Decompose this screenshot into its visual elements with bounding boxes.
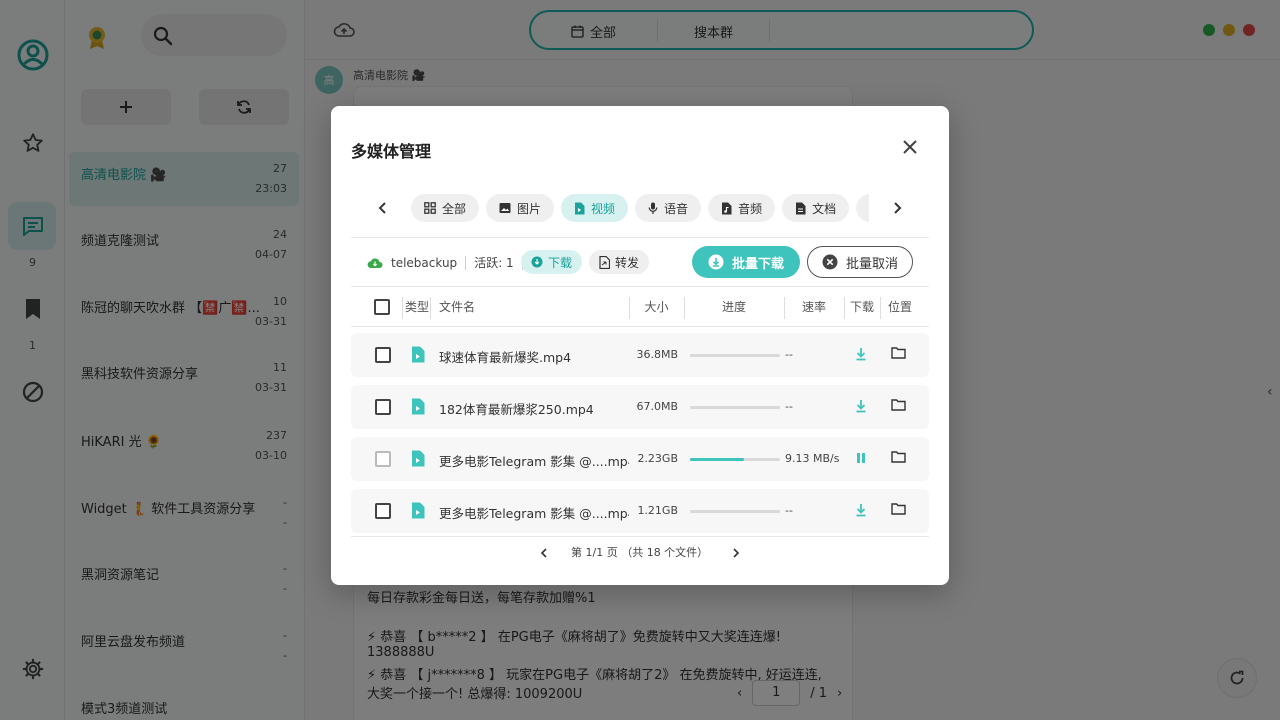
tab-more[interactable] <box>856 194 869 222</box>
video-file-icon <box>412 502 425 519</box>
download-icon[interactable] <box>855 502 867 518</box>
file-size: 2.23GB <box>637 452 678 465</box>
table-row[interactable]: 182体育最新爆浆250.mp4 67.0MB -- <box>351 385 929 429</box>
page-info: 第 1/1 页 （共 18 个文件） <box>571 546 709 559</box>
tab-label: 全部 <box>442 201 467 216</box>
chip-label: 转发 <box>615 255 640 270</box>
pause-icon[interactable] <box>855 450 867 466</box>
mic-icon <box>648 202 658 214</box>
col-size: 大小 <box>644 300 669 314</box>
file-name: 更多电影Telegram 影集 @....mp4 <box>439 454 629 469</box>
row-checkbox[interactable] <box>375 503 391 519</box>
tab-all[interactable]: 全部 <box>411 194 480 222</box>
col-type: 类型 <box>405 300 430 314</box>
file-size: 1.21GB <box>637 504 678 517</box>
download-circle-icon <box>531 256 543 268</box>
cancel-circle-icon <box>822 254 838 270</box>
chip-label: 下载 <box>548 255 573 270</box>
media-manager-dialog: 多媒体管理 全部 图片 视频 语音 音频 文档 telebackup 活跃: 1… <box>331 106 949 585</box>
file-name: 更多电影Telegram 影集 @....mp4 <box>439 506 629 521</box>
tab-image[interactable]: 图片 <box>486 194 555 222</box>
batch-download-label: 批量下载 <box>731 256 784 272</box>
col-progress: 进度 <box>721 300 746 314</box>
row-checkbox[interactable] <box>375 399 391 415</box>
video-file-icon <box>575 202 585 214</box>
tabs-prev-button[interactable] <box>371 196 395 220</box>
account-toolbar: telebackup 活跃: 1 下载 转发 批量下载 批量取消 <box>351 246 929 278</box>
file-name: 球速体育最新爆奖.mp4 <box>439 350 572 365</box>
col-download: 下载 <box>849 300 874 314</box>
col-name: 文件名 <box>439 300 476 314</box>
file-size: 36.8MB <box>636 348 678 361</box>
forward-filter-chip[interactable]: 转发 <box>589 250 650 274</box>
video-file-icon <box>412 398 425 415</box>
file-name: 182体育最新爆浆250.mp4 <box>439 402 594 417</box>
tab-label: 视频 <box>591 201 616 216</box>
row-checkbox[interactable] <box>375 347 391 363</box>
active-count: 活跃: 1 <box>474 256 514 270</box>
download-filter-chip[interactable]: 下载 <box>521 250 583 274</box>
batch-cancel-label: 批量取消 <box>845 256 898 272</box>
close-icon <box>903 140 917 154</box>
download-speed: 9.13 MB/s <box>785 452 840 465</box>
image-icon <box>499 203 511 213</box>
chevron-right-icon <box>894 202 902 214</box>
select-all-checkbox[interactable] <box>374 299 390 315</box>
prev-page-button[interactable] <box>534 543 554 563</box>
chevron-right-icon <box>733 548 740 558</box>
col-speed: 速率 <box>801 300 826 314</box>
folder-icon[interactable] <box>891 398 906 411</box>
account-info: telebackup 活跃: 1 <box>367 254 523 271</box>
media-type-tabs: 全部 图片 视频 语音 音频 文档 <box>351 188 929 228</box>
dialog-title: 多媒体管理 <box>351 142 432 161</box>
next-page-button[interactable] <box>726 543 746 563</box>
divider <box>351 237 929 238</box>
cloud-download-icon <box>367 258 383 268</box>
col-location: 位置 <box>887 300 912 314</box>
video-file-icon <box>412 346 425 363</box>
progress-bar <box>690 354 780 357</box>
row-checkbox[interactable] <box>375 451 391 467</box>
file-table-header: 类型 文件名 大小 进度 速率 下载 位置 <box>351 287 929 327</box>
download-circle-icon <box>708 254 724 270</box>
tabs-track: 全部 图片 视频 语音 音频 文档 <box>411 194 869 222</box>
progress-bar <box>690 510 780 513</box>
forward-file-icon <box>599 255 610 269</box>
progress-bar <box>690 406 780 409</box>
table-row[interactable]: 更多电影Telegram 影集 @....mp4 2.23GB 9.13 MB/… <box>351 437 929 481</box>
tab-audio[interactable]: 音频 <box>708 194 776 222</box>
folder-icon[interactable] <box>891 346 906 359</box>
grid-icon <box>424 202 436 214</box>
download-speed: -- <box>785 348 793 361</box>
video-file-icon <box>412 450 425 467</box>
download-icon[interactable] <box>855 398 867 414</box>
table-row[interactable]: 球速体育最新爆奖.mp4 36.8MB -- <box>351 333 929 377</box>
chevron-left-icon <box>540 548 547 558</box>
chevron-left-icon <box>378 202 386 214</box>
batch-cancel-button[interactable]: 批量取消 <box>807 246 913 278</box>
close-button[interactable] <box>899 136 921 158</box>
file-table-body: 球速体育最新爆奖.mp4 36.8MB -- 182体育最新爆浆250.mp4 … <box>351 327 929 535</box>
folder-icon[interactable] <box>891 502 906 515</box>
tabs-next-button[interactable] <box>885 196 909 220</box>
file-size: 67.0MB <box>636 400 678 413</box>
document-icon <box>796 202 806 214</box>
account-name: telebackup <box>391 255 458 270</box>
tab-label: 图片 <box>517 201 542 216</box>
tab-video[interactable]: 视频 <box>561 194 629 222</box>
progress-bar <box>690 458 780 461</box>
download-icon[interactable] <box>855 346 867 362</box>
download-speed: -- <box>785 504 793 517</box>
batch-download-button[interactable]: 批量下载 <box>692 246 800 278</box>
table-row[interactable]: 更多电影Telegram 影集 @....mp4 1.21GB -- <box>351 489 929 533</box>
tab-label: 语音 <box>664 201 689 216</box>
tab-label: 文档 <box>812 201 837 216</box>
pagination: 第 1/1 页 （共 18 个文件） <box>351 536 929 572</box>
folder-icon[interactable] <box>891 450 906 463</box>
download-speed: -- <box>785 400 793 413</box>
tab-label: 音频 <box>738 201 763 216</box>
tab-document[interactable]: 文档 <box>782 194 850 222</box>
audio-file-icon <box>722 202 732 214</box>
tab-voice[interactable]: 语音 <box>635 194 702 222</box>
